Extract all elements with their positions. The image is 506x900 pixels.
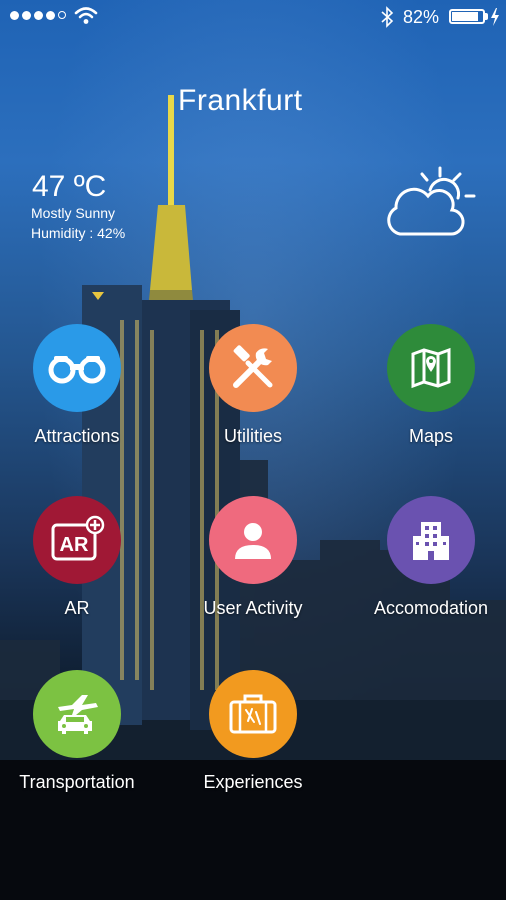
weather-condition: Mostly Sunny	[31, 205, 116, 221]
user-icon	[235, 523, 271, 559]
attractions-button[interactable]: Attractions	[2, 324, 152, 447]
user-activity-button[interactable]: User Activity	[178, 496, 328, 619]
battery-tip	[485, 13, 488, 20]
charging-icon	[491, 8, 499, 26]
utilities-label: Utilities	[223, 426, 282, 446]
svg-text:AR: AR	[60, 534, 89, 556]
ar-button[interactable]: AR AR	[2, 496, 152, 619]
tools-icon	[233, 345, 273, 388]
binoculars-icon	[48, 356, 106, 384]
transportation-label: Transportation	[19, 772, 135, 792]
building-icon	[413, 522, 449, 560]
ar-icon-circle[interactable]: AR	[33, 496, 121, 584]
transport-icon	[58, 695, 98, 734]
signal-strength-icon	[10, 11, 66, 20]
city-title: Frankfurt	[178, 84, 303, 117]
transportation-button[interactable]: Transportation	[2, 670, 152, 793]
humidity: Humidity : 42%	[31, 225, 126, 241]
accomodation-button[interactable]: Accomodation	[356, 496, 506, 619]
transportation-icon-circle[interactable]	[33, 670, 121, 758]
attractions-label: Attractions	[34, 426, 120, 446]
accomodation-label: Accomodation	[373, 598, 489, 618]
experiences-icon-circle[interactable]	[209, 670, 297, 758]
ar-icon: AR	[51, 515, 105, 561]
maps-icon-circle[interactable]	[387, 324, 475, 412]
temperature: 47 ºC	[32, 170, 107, 203]
utilities-button[interactable]: Utilities	[178, 324, 328, 447]
maps-label: Maps	[408, 426, 453, 446]
wifi-icon	[74, 7, 98, 24]
experiences-button[interactable]: Experiences	[178, 670, 328, 793]
utilities-icon-circle[interactable]	[209, 324, 297, 412]
suitcase-icon	[229, 694, 277, 734]
battery-icon	[449, 9, 485, 24]
attractions-icon-circle[interactable]	[33, 324, 121, 412]
user-activity-label: User Activity	[203, 598, 303, 618]
partly-cloudy-icon	[387, 166, 476, 236]
maps-button[interactable]: Maps	[356, 324, 506, 447]
user-activity-icon-circle[interactable]	[209, 496, 297, 584]
bluetooth-icon	[381, 6, 394, 28]
status-bar: 82%	[0, 0, 506, 34]
ar-label: AR	[64, 598, 90, 618]
accomodation-icon-circle[interactable]	[387, 496, 475, 584]
experiences-label: Experiences	[203, 772, 303, 792]
map-icon	[411, 347, 451, 389]
battery-percentage: 82%	[403, 7, 440, 27]
